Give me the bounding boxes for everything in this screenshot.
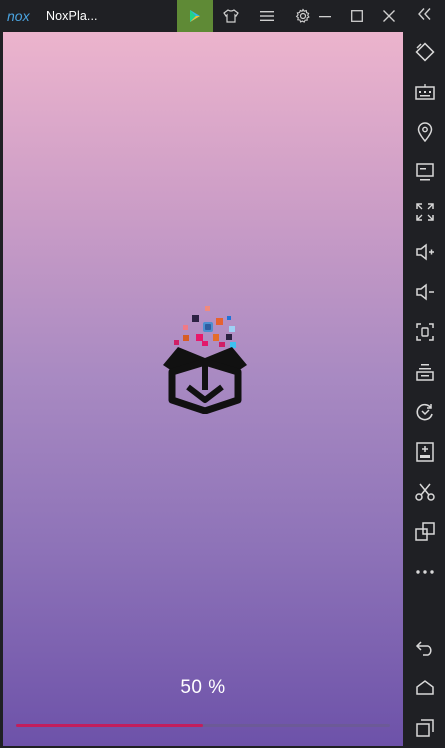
- fullscreen-button[interactable]: [404, 194, 445, 230]
- theme-button[interactable]: [213, 0, 249, 32]
- volume-down-button[interactable]: [404, 274, 445, 310]
- multi-instance-icon: [415, 363, 434, 381]
- screen-record-icon: [415, 163, 434, 181]
- volume-up-icon: [415, 243, 435, 261]
- more-icon: [415, 569, 435, 575]
- recent-apps-button[interactable]: [404, 710, 445, 746]
- title-actions: [177, 0, 321, 32]
- collapse-sidebar-button[interactable]: [408, 0, 442, 32]
- minimize-button[interactable]: [309, 0, 341, 32]
- add-apk-icon: [415, 442, 434, 462]
- sync-button[interactable]: [404, 394, 445, 430]
- fullscreen-icon: [415, 203, 434, 221]
- loading-box-icon: [158, 304, 253, 415]
- collapse-sidebar-icon: [418, 7, 432, 25]
- scissors-button[interactable]: [404, 474, 445, 510]
- brand: nox NoxPla...: [0, 0, 98, 32]
- menu-icon: [260, 10, 274, 22]
- back-icon: [415, 640, 435, 656]
- back-button[interactable]: [404, 630, 445, 666]
- home-icon: [415, 680, 435, 696]
- home-button[interactable]: [404, 670, 445, 706]
- multi-instance-button[interactable]: [404, 354, 445, 390]
- title-bar: nox NoxPla...: [0, 0, 445, 32]
- close-icon: [383, 10, 395, 22]
- emulator-sidebar: [404, 32, 445, 748]
- volume-down-icon: [415, 283, 435, 301]
- play-store-icon: [188, 9, 202, 23]
- rotate-screen-icon: [414, 42, 435, 62]
- screen-record-button[interactable]: [404, 154, 445, 190]
- copy-button[interactable]: [404, 514, 445, 550]
- maximize-button[interactable]: [341, 0, 373, 32]
- location-button[interactable]: [404, 114, 445, 150]
- keyboard-button[interactable]: [404, 74, 445, 110]
- screenshot-button[interactable]: [404, 314, 445, 350]
- progress-percentage: 50 %: [180, 677, 226, 698]
- nox-logo-icon: nox: [7, 8, 39, 24]
- copy-icon: [414, 522, 435, 542]
- volume-up-button[interactable]: [404, 234, 445, 270]
- keyboard-icon: [414, 84, 435, 100]
- screenshot-icon: [415, 323, 434, 341]
- svg-text:nox: nox: [7, 8, 31, 24]
- progress-bar: [16, 724, 390, 727]
- menu-button[interactable]: [249, 0, 285, 32]
- rotate-screen-button[interactable]: [404, 34, 445, 70]
- scissors-icon: [414, 483, 435, 501]
- location-icon: [417, 122, 433, 142]
- theme-shirt-icon: [223, 9, 239, 23]
- window-title: NoxPla...: [46, 9, 98, 23]
- minimize-icon: [319, 10, 331, 22]
- more-button[interactable]: [404, 554, 445, 590]
- sync-icon: [415, 402, 435, 422]
- add-apk-button[interactable]: [404, 434, 445, 470]
- close-button[interactable]: [373, 0, 405, 32]
- window-controls: [309, 0, 405, 32]
- emulator-window: nox NoxPla... 50 %: [0, 0, 445, 748]
- recent-apps-icon: [415, 719, 434, 737]
- progress-bar-fill: [16, 724, 203, 727]
- maximize-icon: [351, 10, 363, 22]
- play-store-button[interactable]: [177, 0, 213, 32]
- emulator-screen[interactable]: 50 %: [3, 32, 403, 746]
